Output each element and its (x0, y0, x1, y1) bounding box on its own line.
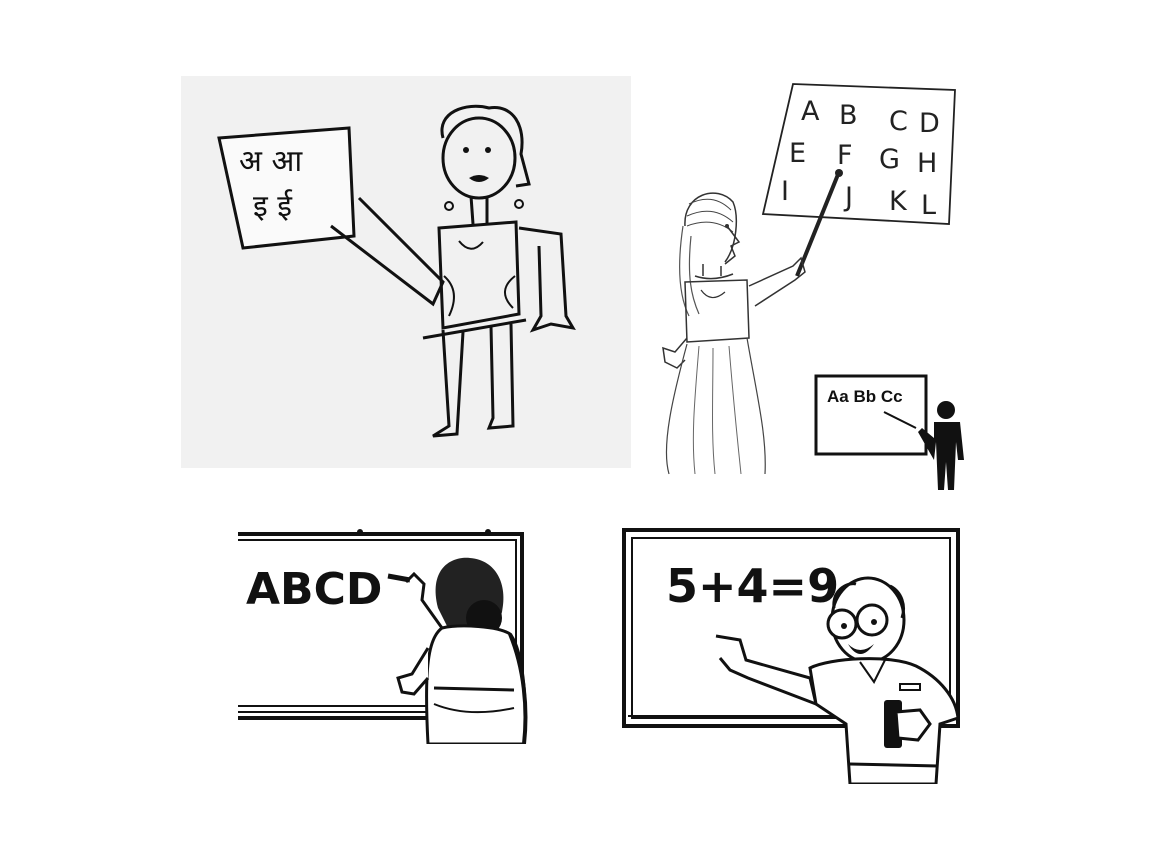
icon-board-text: Aa Bb Cc (827, 387, 903, 406)
abcd-board-svg: ABCD (238, 528, 528, 744)
chart-letter: H (917, 148, 937, 179)
board-abcd-text: ABCD (246, 564, 382, 615)
chart-letter: D (919, 108, 940, 139)
teacher-board-icon: Aa Bb Cc (812, 372, 972, 496)
chart-letter: C (889, 106, 908, 137)
chart-letter: E (789, 138, 806, 169)
hindi-teacher-svg: अ आ इ ई (181, 76, 631, 468)
teacher-math-board-illustration: 5+4=9 (620, 528, 966, 784)
chart-letter: G (879, 144, 900, 175)
chart-letter: I (781, 176, 789, 207)
hindi-chart-row1: अ आ (239, 144, 303, 179)
chart-letter: K (889, 186, 908, 217)
math-board-svg: 5+4=9 (620, 528, 966, 784)
chart-letter: B (839, 100, 858, 131)
chart-letter: A (801, 96, 820, 127)
teacher-hindi-chart-drawing: अ आ इ ई (181, 76, 631, 468)
chart-letter: L (921, 190, 936, 221)
teacher-icon-svg: Aa Bb Cc (814, 374, 964, 490)
board-math-text: 5+4=9 (666, 559, 839, 613)
teacher-writing-abcd-illustration: ABCD (238, 528, 528, 744)
hindi-chart-row2: इ ई (253, 189, 293, 224)
chart-letter: F (837, 140, 853, 171)
chart-letter: J (843, 182, 853, 213)
